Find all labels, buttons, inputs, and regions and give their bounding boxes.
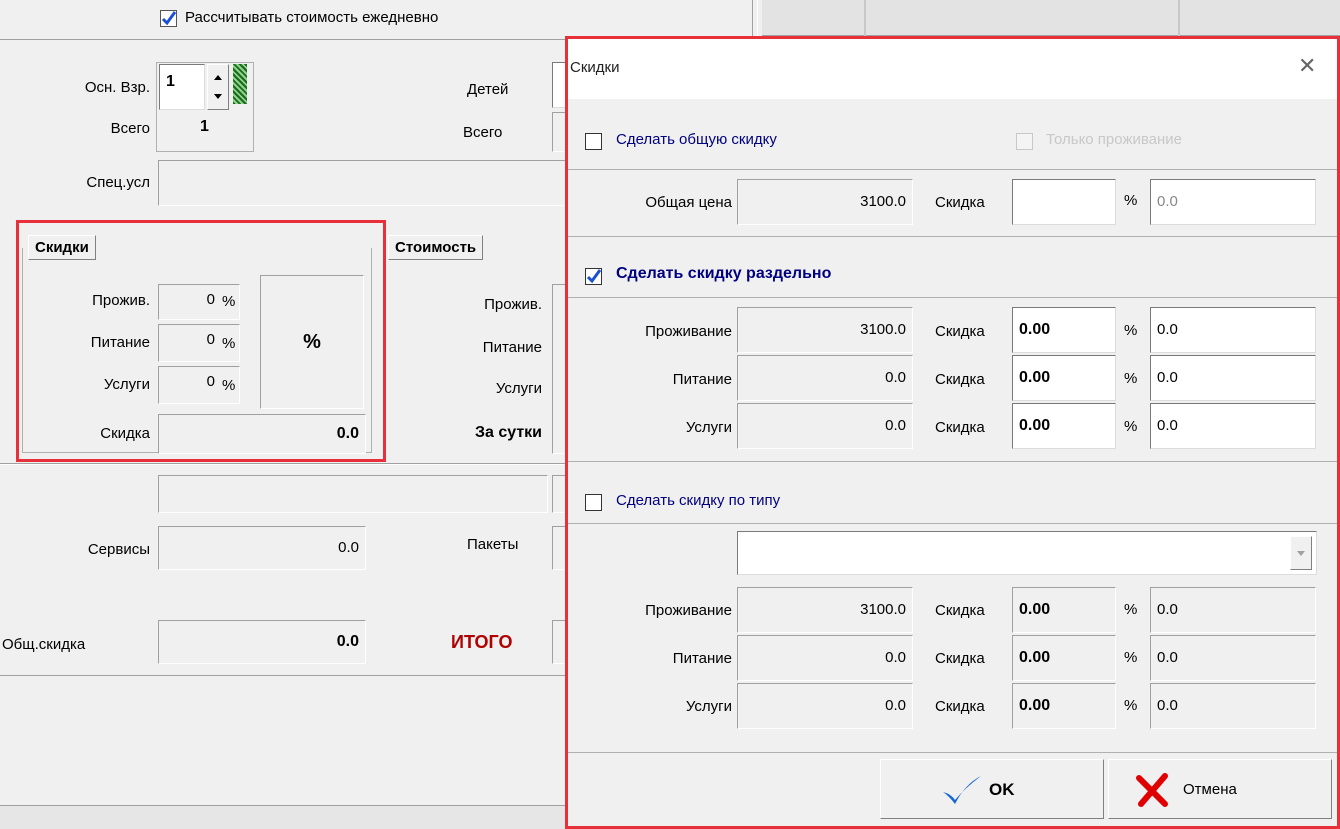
by-type-row-percent-sign: % (1124, 697, 1138, 714)
row-divider (568, 297, 1337, 298)
cost-row-label: Прожив. (484, 296, 542, 313)
cost-row-label: Питание (482, 339, 542, 356)
by-type-row-percent-value: 0.0 (1150, 587, 1316, 633)
pane-divider (864, 0, 866, 36)
discounts-dialog: Скидки ✕ Сделать общую скидку Только про… (565, 36, 1340, 829)
separate-row-label: Питание (672, 371, 732, 388)
discounts-highlight (16, 220, 386, 462)
by-type-row-label: Проживание (645, 602, 732, 619)
packages-label: Пакеты (467, 536, 519, 553)
checkmark-icon (161, 11, 177, 26)
row-divider (568, 169, 1337, 170)
per-day-label: За сутки (474, 424, 542, 441)
by-type-row-percent-value: 0.0 (1150, 635, 1316, 681)
by-type-row-percent-sign: % (1124, 601, 1138, 618)
cost-panel-title: Стоимость (388, 235, 484, 260)
general-discount-field-label: Скидка (935, 194, 985, 211)
by-type-row-discount-label: Скидка (935, 698, 985, 715)
separate-row-price: 3100.0 (737, 307, 913, 353)
general-discount-input[interactable] (1012, 179, 1116, 225)
separate-row-percent-sign: % (1124, 418, 1138, 435)
separate-row-percent-sign: % (1124, 370, 1138, 387)
general-percent-input[interactable]: 0.0 (1150, 179, 1316, 225)
special-conditions-field (158, 160, 568, 206)
blank-field (158, 475, 548, 513)
general-percent-sign: % (1124, 192, 1138, 209)
row-divider (568, 523, 1337, 524)
bottom-toolbar (0, 805, 568, 829)
separate-row-percent-input[interactable]: 0.0 (1150, 307, 1316, 353)
separate-row-discount-input[interactable]: 0.00 (1012, 403, 1116, 449)
services-value: 0.0 (158, 526, 366, 570)
separate-row-discount-label: Скидка (935, 419, 985, 436)
discount-type-select[interactable] (737, 531, 1317, 575)
adults-total-label: Всего (110, 120, 150, 137)
adults-box (156, 62, 254, 152)
separate-row-percent-input[interactable]: 0.0 (1150, 355, 1316, 401)
checkmark-icon (586, 269, 602, 284)
cancel-button-label: Отмена (1183, 781, 1237, 798)
total-discount-label: Общ.скидка (2, 636, 86, 653)
total-label: ИТОГО (451, 632, 513, 652)
by-type-row-label: Питание (672, 650, 732, 667)
row-divider (568, 236, 1337, 237)
by-type-row-label: Услуги (685, 698, 732, 715)
separate-row-label: Услуги (685, 419, 732, 436)
accommodation-only-label: Только проживание (1046, 131, 1183, 148)
cost-row-label: Услуги (495, 380, 542, 397)
by-type-row-percent-sign: % (1124, 649, 1138, 666)
cancel-button[interactable]: Отмена (1108, 759, 1332, 819)
by-type-row-price: 0.0 (737, 635, 913, 681)
by-type-row-discount-value: 0.00 (1012, 683, 1116, 729)
separate-row-discount-label: Скидка (935, 323, 985, 340)
special-conditions-label: Спец.усл (86, 174, 150, 191)
close-icon (1136, 773, 1168, 807)
separate-row-percent-input[interactable]: 0.0 (1150, 403, 1316, 449)
general-discount-label: Сделать общую скидку (616, 131, 777, 148)
separate-discount-label: Сделать скидку раздельно (616, 265, 832, 282)
dialog-titlebar: Скидки ✕ (568, 39, 1337, 99)
by-type-row-price: 0.0 (737, 683, 913, 729)
general-price-value: 3100.0 (737, 179, 913, 225)
row-divider (568, 752, 1337, 753)
section-divider (0, 463, 568, 465)
accommodation-only-checkbox (1016, 133, 1033, 150)
by-type-discount-checkbox[interactable] (585, 494, 602, 511)
lower-blank-area (0, 675, 568, 805)
separate-row-percent-sign: % (1124, 322, 1138, 339)
children-total-label: Всего (463, 124, 503, 141)
pane-divider (1178, 0, 1180, 36)
by-type-row-discount-label: Скидка (935, 602, 985, 619)
total-discount-value: 0.0 (158, 620, 366, 664)
close-icon[interactable]: ✕ (1298, 53, 1316, 79)
by-type-row-price: 3100.0 (737, 587, 913, 633)
separate-row-discount-label: Скидка (935, 371, 985, 388)
services-label: Сервисы (87, 541, 150, 558)
ok-button-label: OK (989, 780, 1015, 799)
separate-discount-checkbox[interactable] (585, 268, 602, 285)
general-price-label: Общая цена (645, 194, 732, 211)
by-type-discount-label: Сделать скидку по типу (616, 492, 781, 509)
dropdown-button[interactable] (1290, 536, 1312, 570)
by-type-row-discount-value: 0.00 (1012, 587, 1116, 633)
separate-row-label: Проживание (645, 323, 732, 340)
general-discount-checkbox[interactable] (585, 133, 602, 150)
checkmark-icon (943, 776, 981, 804)
separate-row-price: 0.0 (737, 355, 913, 401)
ok-button[interactable]: OK (880, 759, 1104, 819)
row-divider (568, 461, 1337, 462)
separate-row-discount-input[interactable]: 0.00 (1012, 355, 1116, 401)
chevron-down-icon (1297, 551, 1305, 556)
dialog-title: Скидки (570, 59, 620, 76)
children-label: Детей (467, 81, 509, 98)
separate-row-discount-input[interactable]: 0.00 (1012, 307, 1116, 353)
adults-label: Осн. Взр. (84, 79, 150, 96)
by-type-row-discount-value: 0.00 (1012, 635, 1116, 681)
by-type-row-discount-label: Скидка (935, 650, 985, 667)
daily-calc-label: Рассчитывать стоимость ежедневно (185, 9, 439, 26)
by-type-row-percent-value: 0.0 (1150, 683, 1316, 729)
separate-row-price: 0.0 (737, 403, 913, 449)
top-right-pane (762, 0, 1340, 36)
daily-calc-checkbox[interactable] (160, 10, 177, 27)
